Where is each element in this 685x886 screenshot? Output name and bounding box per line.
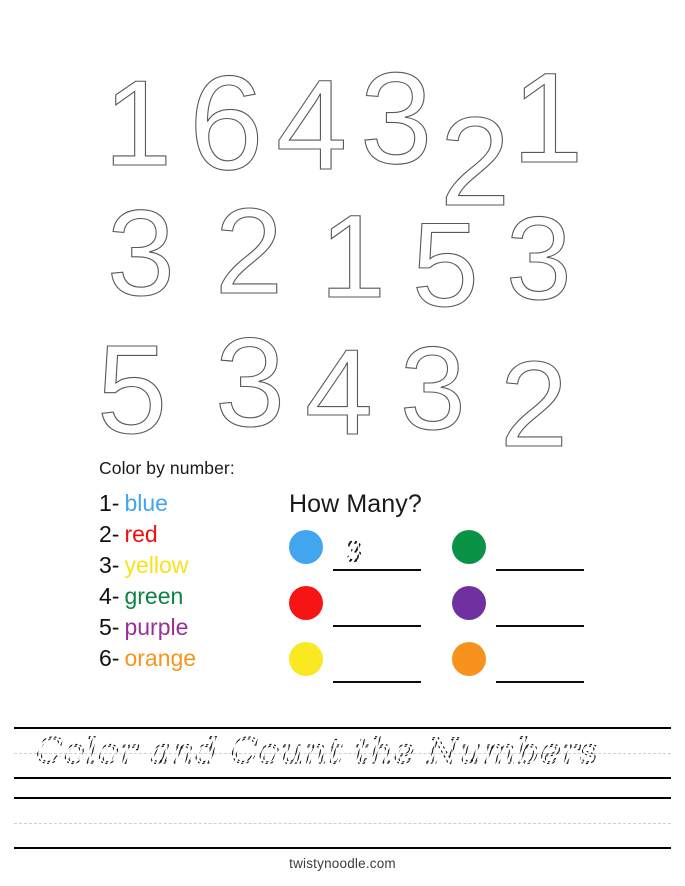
number-outline-1: 1 bbox=[319, 191, 386, 323]
color-key-number: 5- bbox=[99, 613, 120, 640]
color-dot-orange bbox=[452, 642, 486, 676]
color-dot-green bbox=[452, 530, 486, 564]
color-key-title: Color by number: bbox=[99, 458, 235, 478]
number-outline-3: 3 bbox=[359, 45, 433, 191]
answer-line-red[interactable] bbox=[333, 625, 421, 627]
color-dot-yellow bbox=[289, 642, 323, 676]
number-outline-2: 2 bbox=[499, 336, 568, 472]
handwriting-row-1[interactable]: Color and Count the Numbers bbox=[14, 727, 671, 779]
answer-line-green[interactable] bbox=[496, 569, 584, 571]
color-key-panel: Color by number: 1- blue 2- red 3- yellow 4- gr… bbox=[99, 458, 274, 674]
count-item-red bbox=[289, 583, 452, 639]
answer-line-blue[interactable] bbox=[333, 569, 421, 571]
color-key-number: 2- bbox=[99, 520, 120, 547]
color-key-number: 1- bbox=[99, 490, 120, 516]
number-outline-5: 5 bbox=[411, 198, 479, 332]
color-key-row-red: 2- red bbox=[99, 519, 274, 550]
color-key-number: 6- bbox=[99, 644, 120, 671]
answer-value-blue[interactable]: 3 bbox=[346, 536, 363, 568]
color-key-name-purple: purple bbox=[124, 613, 189, 640]
number-outline-3: 3 bbox=[399, 323, 466, 455]
number-outline-2: 2 bbox=[214, 183, 283, 319]
answer-line-yellow[interactable] bbox=[333, 681, 421, 683]
count-grid: 3 bbox=[289, 527, 589, 695]
number-outline-1: 1 bbox=[511, 47, 584, 190]
handwriting-practice-area: Color and Count the Numbers bbox=[14, 727, 671, 849]
traceable-title-text: Color and Count the Numbers bbox=[35, 731, 599, 772]
color-key-name-yellow: yellow bbox=[124, 551, 189, 578]
color-dot-blue bbox=[289, 530, 323, 564]
color-key-number: 3- bbox=[99, 551, 120, 578]
count-item-purple bbox=[452, 583, 592, 639]
site-footer: twistynoodle.com bbox=[289, 856, 396, 871]
how-many-title: How Many? bbox=[289, 490, 422, 518]
handwriting-row-2[interactable] bbox=[14, 797, 671, 849]
color-key-name-orange: orange bbox=[124, 644, 197, 671]
number-outline-5: 5 bbox=[96, 319, 168, 460]
color-key-row-blue: 1- blue bbox=[99, 488, 274, 519]
number-outline-3: 3 bbox=[106, 185, 175, 321]
count-item-green bbox=[452, 527, 592, 583]
count-item-blue: 3 bbox=[289, 527, 452, 583]
number-outline-grid: 1643213215353432 bbox=[0, 0, 685, 465]
number-outline-6: 6 bbox=[188, 49, 264, 198]
color-dot-red bbox=[289, 586, 323, 620]
color-key-name-green: green bbox=[124, 582, 184, 609]
answer-line-purple[interactable] bbox=[496, 625, 584, 627]
count-item-orange bbox=[452, 639, 592, 695]
answer-line-orange[interactable] bbox=[496, 681, 584, 683]
color-key-list: 1- blue 2- red 3- yellow 4- green 5- purple 6- oran… bbox=[99, 488, 274, 674]
color-key-row-green: 4- green bbox=[99, 581, 274, 612]
number-outline-4: 4 bbox=[275, 54, 348, 197]
number-outline-3: 3 bbox=[214, 312, 286, 453]
handwriting-midline bbox=[14, 823, 671, 824]
number-outline-1: 1 bbox=[103, 55, 172, 191]
number-outline-3: 3 bbox=[505, 193, 572, 325]
color-dot-purple bbox=[452, 586, 486, 620]
color-key-row-purple: 5- purple bbox=[99, 612, 274, 643]
color-key-name-red: red bbox=[124, 520, 158, 547]
color-key-name-blue: blue bbox=[124, 490, 168, 516]
color-key-number: 4- bbox=[99, 582, 120, 609]
how-many-panel: How Many? 3 bbox=[289, 492, 589, 695]
color-key-row-orange: 6- orange bbox=[99, 643, 274, 674]
number-outline-4: 4 bbox=[304, 324, 373, 460]
count-item-yellow bbox=[289, 639, 452, 695]
color-key-row-yellow: 3- yellow bbox=[99, 550, 274, 581]
